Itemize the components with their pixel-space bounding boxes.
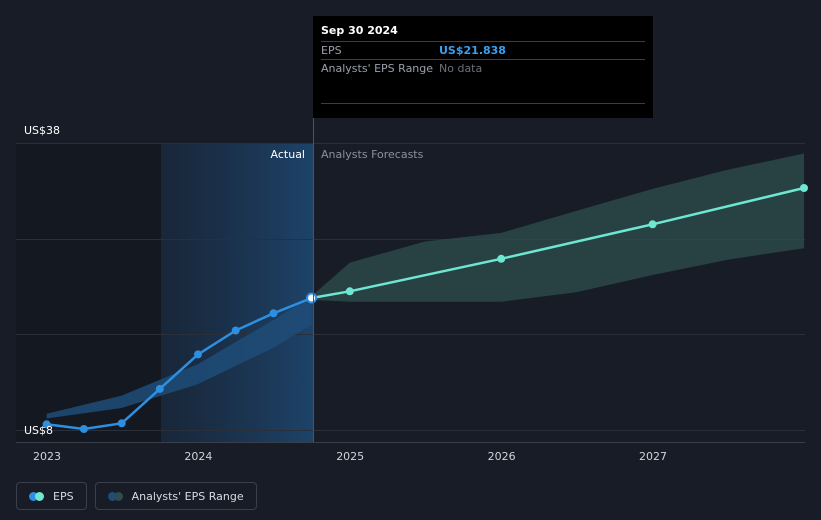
x-tick-label: 2023 (33, 450, 61, 463)
legend: EPS Analysts' EPS Range (16, 482, 257, 510)
forecast-eps-point[interactable] (800, 184, 808, 192)
tooltip-date: Sep 30 2024 (321, 24, 398, 37)
actual-shade-region (161, 143, 313, 442)
tooltip-row-range: Analysts' EPS Range No data (321, 59, 645, 77)
legend-eps-label: EPS (53, 489, 74, 503)
forecast-eps-range-band (311, 153, 804, 302)
legend-eps[interactable]: EPS (16, 482, 87, 510)
actual-eps-point[interactable] (79, 425, 88, 433)
legend-range[interactable]: Analysts' EPS Range (94, 482, 257, 510)
x-tick-label: 2024 (184, 450, 212, 463)
actual-eps-point[interactable] (269, 309, 278, 318)
forecast-label: Analysts Forecasts (321, 148, 424, 161)
actual-eps-point[interactable] (117, 419, 126, 428)
tooltip-range-label: Analysts' EPS Range (321, 62, 434, 75)
legend-range-label: Analysts' EPS Range (131, 489, 244, 503)
x-tick-label: 2025 (336, 450, 364, 463)
actual-label: Actual (271, 148, 305, 161)
y-label-bottom: US$8 (24, 424, 53, 437)
tooltip-eps-value: US$21.838 (439, 44, 506, 57)
x-tick-label: 2027 (639, 450, 667, 463)
x-tick-label: 2026 (488, 450, 516, 463)
tooltip-row-eps: EPS US$21.838 (321, 41, 645, 59)
tooltip: Sep 30 2024 EPS US$21.838 Analysts' EPS … (313, 16, 653, 118)
eps-legend-icon (29, 491, 45, 501)
y-label-top: US$38 (24, 124, 60, 137)
forecast-eps-point[interactable] (648, 220, 657, 229)
actual-eps-point[interactable] (194, 350, 202, 359)
highlighted-eps-point[interactable] (306, 292, 318, 304)
forecast-eps-point[interactable] (497, 254, 506, 263)
tooltip-range-value: No data (439, 62, 483, 75)
actual-eps-point[interactable] (231, 326, 240, 335)
tooltip-divider (321, 77, 645, 104)
range-legend-icon (107, 491, 124, 501)
tooltip-eps-label: EPS (321, 44, 342, 57)
actual-eps-point[interactable] (155, 384, 164, 393)
forecast-eps-point[interactable] (345, 287, 354, 296)
